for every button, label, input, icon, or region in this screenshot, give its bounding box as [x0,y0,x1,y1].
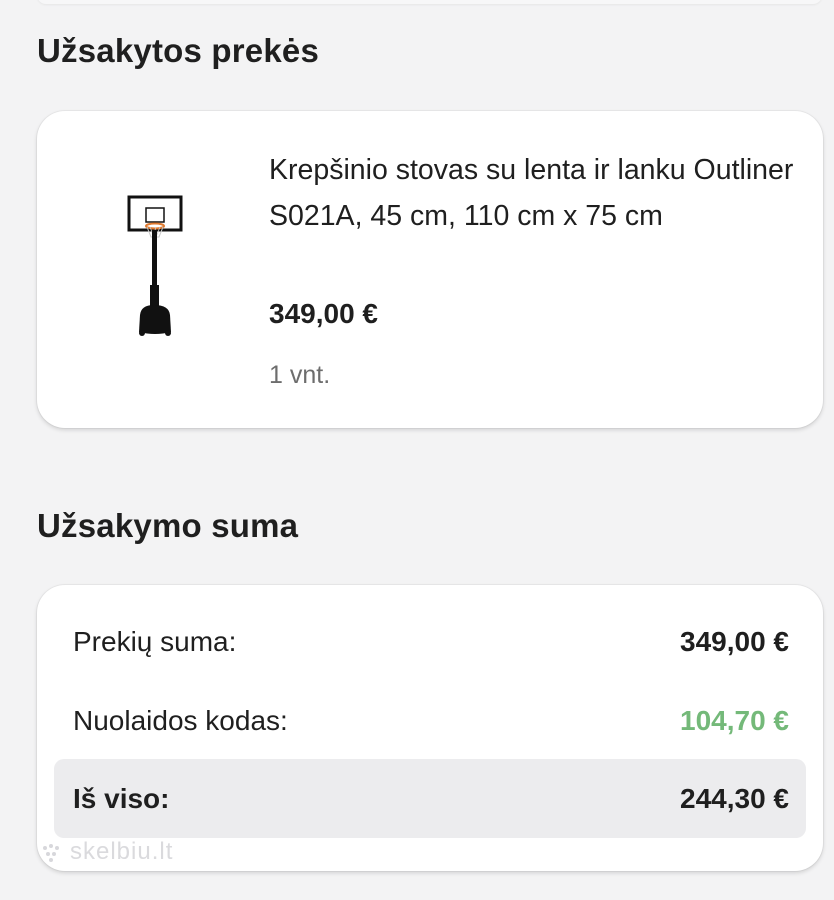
subtotal-value: 349,00 € [680,626,789,657]
ordered-items-title: Užsakytos prekės [37,32,320,69]
product-card[interactable]: Krepšinio stovas su lenta ir lanku Outli… [37,111,823,428]
discount-row: Nuolaidos kodas: 104,70 € [73,701,789,741]
basketball-stand-image [127,195,183,336]
watermark-logo-icon [43,844,59,862]
subtotal-label: Prekių suma: [73,626,237,657]
product-name[interactable]: Krepšinio stovas su lenta ir lanku Outli… [269,147,799,239]
product-price: 349,00 € [269,298,378,329]
total-box: Iš viso: 244,30 € [54,759,806,838]
order-total-title: Užsakymo suma [37,507,299,544]
watermark-text: skelbiu.lt [70,838,174,865]
order-summary-page: Užsakytos prekės Krepšinio stovas su len… [0,0,834,900]
discount-value: 104,70 € [680,705,789,736]
discount-label: Nuolaidos kodas: [73,705,288,736]
order-summary-card: Prekių suma: 349,00 € Nuolaidos kodas: 1… [37,585,823,871]
subtotal-row: Prekių suma: 349,00 € [73,622,789,662]
site-watermark: skelbiu.lt [40,838,173,866]
previous-card-edge [37,0,822,4]
total-value: 244,30 € [680,783,789,814]
total-row: Iš viso: 244,30 € [73,779,789,819]
total-label: Iš viso: [73,783,170,814]
product-quantity: 1 vnt. [269,361,331,389]
